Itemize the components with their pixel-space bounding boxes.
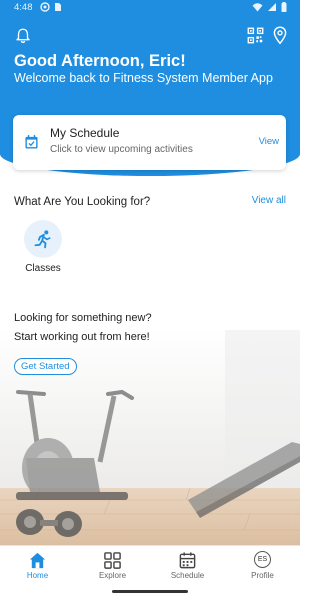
battery-status-icon	[281, 2, 287, 12]
my-schedule-title: My Schedule	[50, 126, 120, 140]
my-schedule-subtitle: Click to view upcoming activities	[50, 144, 193, 155]
view-schedule-link[interactable]: View	[259, 136, 279, 147]
bell-icon[interactable]	[14, 27, 32, 45]
profile-avatar: ES	[254, 551, 271, 568]
nav-label-schedule: Schedule	[170, 571, 205, 580]
status-time: 4:48	[14, 2, 33, 13]
my-schedule-card[interactable]: My Schedule Click to view upcoming activ…	[13, 115, 286, 170]
nav-item-schedule[interactable]: Schedule	[150, 546, 225, 587]
bottom-navigation: Home Explore Schedule ES Profile	[0, 545, 300, 586]
promo-line-1: Looking for something new?	[14, 312, 152, 324]
welcome-subtitle: Welcome back to Fitness System Member Ap…	[14, 71, 273, 85]
wifi-status-icon	[252, 3, 263, 12]
home-gesture-handle[interactable]	[112, 590, 188, 593]
get-started-button[interactable]: Get Started	[14, 358, 77, 375]
home-icon	[29, 552, 46, 569]
grid-icon	[104, 552, 121, 569]
calendar-check-icon	[25, 135, 38, 149]
classes-label: Classes	[25, 263, 61, 274]
nav-item-profile[interactable]: ES Profile	[225, 546, 300, 587]
section-title: What Are You Looking for?	[14, 196, 151, 208]
running-person-icon	[34, 230, 51, 249]
nav-label-home: Home	[26, 571, 49, 580]
nav-item-explore[interactable]: Explore	[75, 546, 150, 587]
signal-status-icon	[268, 3, 276, 11]
nav-label-explore: Explore	[98, 571, 127, 580]
promo-line-2: Start working out from here!	[14, 331, 150, 343]
location-pin-icon[interactable]	[272, 26, 288, 45]
greeting-title: Good Afternoon, Eric!	[14, 52, 186, 70]
settings-status-icon	[40, 2, 50, 12]
nav-item-home[interactable]: Home	[0, 546, 75, 587]
qr-code-icon[interactable]	[247, 27, 264, 44]
classes-button[interactable]	[24, 220, 62, 258]
calendar-icon	[179, 552, 196, 569]
nav-label-profile: Profile	[251, 571, 274, 580]
view-all-link[interactable]: View all	[252, 195, 286, 206]
sim-status-icon	[55, 3, 61, 11]
system-navigation-bar	[0, 586, 300, 600]
status-bar: 4:48	[0, 0, 300, 16]
